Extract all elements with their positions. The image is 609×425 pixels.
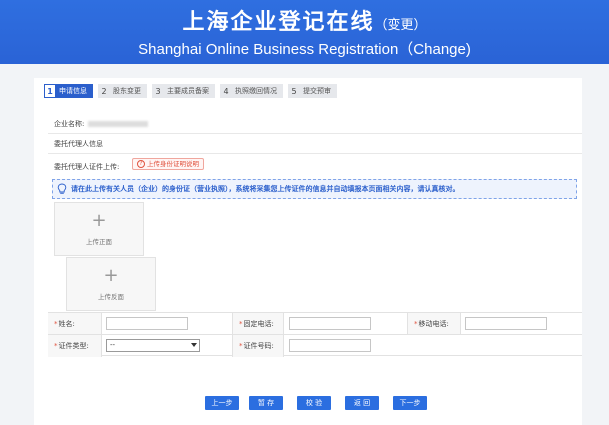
title-sub-text: （变更） [374,18,427,33]
mobile-label: 移动电话: [418,320,449,328]
title-cn-text: 上海企业登记在线 [182,10,375,35]
agent-upload-label: 委托代理人证件上传: [54,163,120,171]
step-bar: 1 申请信息 2 股东变更 3 主要成员备案 4 执照缴回情况 5 提交预审 [44,84,337,98]
agent-upload-row: 委托代理人证件上传: ? 上传身份证明说明 [48,156,582,176]
landline-input[interactable] [289,317,371,330]
back-button[interactable]: 返 回 [345,396,379,410]
upload-notice: 请在此上传有关人员（企业）的身份证（营业执照），系统将采集您上传证件的信息并自动… [52,179,577,199]
landline-label: 固定电话: [243,320,274,328]
cert-no-label: 证件号码: [243,342,274,350]
upload-help-link[interactable]: ? 上传身份证明说明 [132,158,204,170]
next-step-button[interactable]: 下一步 [393,396,427,410]
step-5[interactable]: 5 提交预审 [288,84,337,98]
name-input[interactable] [106,317,188,330]
cert-no-input[interactable] [289,339,371,352]
lightbulb-icon [57,183,67,194]
cert-type-select[interactable]: -- [106,339,200,352]
step-1[interactable]: 1 申请信息 [44,84,93,98]
landline-label-cell: *固定电话: [232,313,284,335]
company-name-label: 企业名称: [54,120,85,128]
cert-no-label-cell: *证件号码: [232,335,284,357]
step-number: 4 [223,86,229,96]
upload-back-label: 上传反面 [98,293,124,301]
step-label: 主要成员备案 [167,87,209,95]
prev-step-button[interactable]: 上一步 [205,396,239,410]
agent-info-row: 委托代理人信息 [48,134,582,154]
question-icon: ? [137,160,145,168]
name-label: 姓名: [58,320,75,328]
step-number: 3 [155,86,161,96]
upload-front-box[interactable]: + 上传正面 [54,202,144,256]
notice-text: 请在此上传有关人员（企业）的身份证（营业执照），系统将采集您上传证件的信息并自动… [71,185,460,193]
cert-type-label-cell: *证件类型: [48,335,102,357]
save-draft-button[interactable]: 暂 存 [249,396,283,410]
upload-help-text: 上传身份证明说明 [147,160,199,168]
agent-info-label: 委托代理人信息 [54,140,103,148]
site-title-cn: 上海企业登记在线（变更） [0,4,609,36]
site-title-en: Shanghai Online Business Registration（Ch… [138,41,471,58]
name-label-cell: *姓名: [48,313,102,335]
chevron-down-icon [191,343,197,347]
main-panel: 1 申请信息 2 股东变更 3 主要成员备案 4 执照缴回情况 5 提交预审 企… [34,78,582,425]
company-name-redacted [88,121,149,127]
step-label: 申请信息 [59,87,87,95]
step-4[interactable]: 4 执照缴回情况 [220,84,283,98]
certificate-row: *证件类型: -- *证件号码: [48,334,582,357]
upload-back-box[interactable]: + 上传反面 [66,257,156,311]
step-2[interactable]: 2 股东变更 [98,84,147,98]
step-number: 2 [101,86,107,96]
mobile-input[interactable] [465,317,547,330]
cert-type-value: -- [110,341,116,349]
header-banner: 上海企业登记在线（变更） Shanghai Online Business Re… [0,0,609,64]
required-mark: * [54,342,58,350]
plus-icon: + [91,210,107,231]
required-mark: * [414,320,418,328]
plus-icon: + [103,265,119,286]
required-mark: * [54,320,58,328]
step-number: 1 [44,84,56,98]
required-mark: * [239,320,243,328]
verify-button[interactable]: 校 验 [297,396,331,410]
mobile-label-cell: *移动电话: [407,313,461,335]
cert-type-label: 证件类型: [58,342,89,350]
company-name-row: 企业名称: [48,114,582,134]
required-mark: * [239,342,243,350]
upload-front-label: 上传正面 [86,238,112,246]
step-label: 股东变更 [113,87,141,95]
step-3[interactable]: 3 主要成员备案 [152,84,215,98]
step-label: 提交预审 [303,87,331,95]
step-label: 执照缴回情况 [235,87,277,95]
step-number: 5 [291,86,297,96]
contact-row: *姓名: *固定电话: *移动电话: [48,312,582,335]
